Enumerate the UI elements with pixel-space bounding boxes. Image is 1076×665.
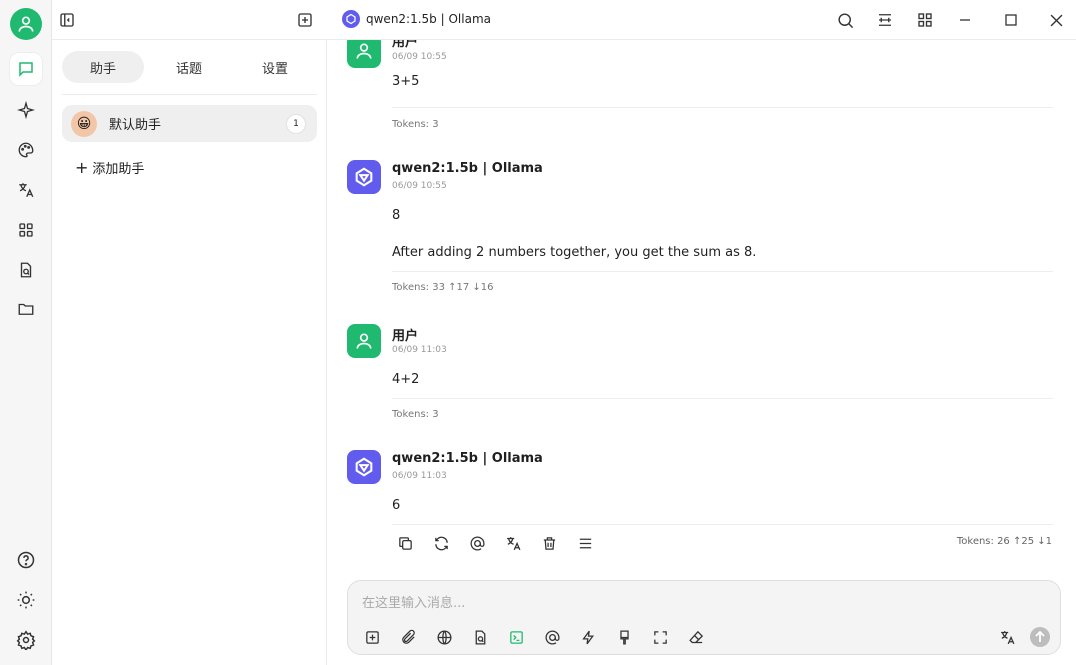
- token-count: Tokens: 3: [392, 119, 439, 130]
- delete-icon[interactable]: [536, 530, 562, 556]
- file-search-icon[interactable]: [10, 254, 42, 286]
- tab-assistant[interactable]: 助手: [62, 51, 144, 83]
- message-text: 6: [392, 498, 401, 513]
- new-topic-icon[interactable]: [360, 625, 384, 649]
- composer-toolbar: [360, 625, 708, 649]
- lightning-icon[interactable]: [576, 625, 600, 649]
- web-search-icon[interactable]: [432, 625, 456, 649]
- message-text: 4+2: [392, 372, 420, 387]
- token-count: Tokens: 3: [392, 409, 439, 420]
- fullscreen-icon[interactable]: [648, 625, 672, 649]
- topic-count-badge: 1: [286, 114, 306, 134]
- user-avatar-icon: [347, 324, 381, 358]
- message-list: 用户 06/09 10:55 3+5 Tokens: 3 qwen2:1.5b …: [327, 40, 1076, 575]
- close-icon[interactable]: [1042, 6, 1070, 34]
- sparkle-icon[interactable]: [10, 94, 42, 126]
- mention-icon[interactable]: [540, 625, 564, 649]
- assistant-item-default[interactable]: 😀 默认助手 1: [62, 105, 317, 142]
- message-time: 06/09 10:55: [392, 181, 447, 191]
- message-text: 8: [392, 208, 401, 223]
- message-input[interactable]: [362, 593, 1042, 613]
- panel-tabs: 助手 话题 设置: [62, 51, 317, 83]
- translate-icon[interactable]: [500, 530, 526, 556]
- help-icon[interactable]: [10, 544, 42, 576]
- window-title: qwen2:1.5b | Ollama: [366, 12, 491, 26]
- add-assistant-button[interactable]: + 添加助手: [75, 158, 144, 177]
- minimize-icon[interactable]: [951, 6, 979, 34]
- add-assistant-label: 添加助手: [92, 162, 145, 177]
- tab-topics[interactable]: 话题: [148, 51, 230, 83]
- message-divider: [392, 524, 1053, 525]
- new-topic-icon[interactable]: [291, 6, 319, 34]
- title-bar: qwen2:1.5b | Ollama: [52, 0, 1076, 40]
- message-author: qwen2:1.5b | Ollama: [392, 451, 543, 466]
- regenerate-icon[interactable]: [428, 530, 454, 556]
- message-assistant: qwen2:1.5b | Ollama 06/09 11:03 6: [347, 450, 1053, 530]
- token-count: Tokens: 26 ↑25 ↓1: [956, 536, 1052, 547]
- left-rail: [0, 0, 52, 665]
- panel-divider: [62, 94, 317, 95]
- tab-settings[interactable]: 设置: [234, 51, 316, 83]
- maximize-icon[interactable]: [997, 6, 1025, 34]
- folder-icon[interactable]: [10, 293, 42, 325]
- send-icon: [1030, 627, 1050, 647]
- model-logo-icon: [347, 160, 381, 194]
- message-divider: [392, 398, 1053, 399]
- chat-icon[interactable]: [10, 53, 42, 85]
- message-divider: [392, 271, 1053, 272]
- search-icon[interactable]: [831, 6, 859, 34]
- message-assistant: qwen2:1.5b | Ollama 06/09 10:55 8 After …: [347, 160, 1053, 300]
- palette-icon[interactable]: [10, 134, 42, 166]
- message-actions: [392, 530, 598, 556]
- eraser-icon[interactable]: [684, 625, 708, 649]
- translate-icon[interactable]: [10, 174, 42, 206]
- message-user: 用户 06/09 10:55 3+5 Tokens: 3: [347, 40, 1053, 134]
- user-avatar-icon[interactable]: [10, 8, 42, 40]
- sidebar-toggle-icon[interactable]: [53, 6, 81, 34]
- brush-icon[interactable]: [612, 625, 636, 649]
- model-logo-icon: [347, 450, 381, 484]
- apps-grid-icon[interactable]: [10, 214, 42, 246]
- mention-icon[interactable]: [464, 530, 490, 556]
- user-avatar-icon: [347, 40, 381, 68]
- message-time: 06/09 11:03: [392, 345, 447, 355]
- model-logo-icon: [342, 10, 360, 28]
- message-user: 用户 06/09 11:03 4+2 Tokens: 3: [347, 324, 1053, 424]
- copy-icon[interactable]: [392, 530, 418, 556]
- app-window: qwen2:1.5b | Ollama 助手 话题 设置 😀 默认助手 1 + …: [0, 0, 1076, 665]
- message-divider: [392, 107, 1053, 108]
- message-author: qwen2:1.5b | Ollama: [392, 161, 543, 176]
- token-count: Tokens: 33 ↑17 ↓16: [392, 282, 494, 293]
- plus-icon: +: [75, 157, 89, 177]
- grid-icon[interactable]: [911, 6, 939, 34]
- send-button[interactable]: [1028, 625, 1052, 649]
- assistant-panel: 助手 话题 设置 😀 默认助手 1 + 添加助手: [52, 40, 327, 665]
- assistant-emoji: 😀: [71, 110, 97, 137]
- sun-icon[interactable]: [10, 584, 42, 616]
- message-time: 06/09 11:03: [392, 471, 447, 481]
- attachment-icon[interactable]: [396, 625, 420, 649]
- message-time: 06/09 10:55: [392, 52, 447, 62]
- message-text: After adding 2 numbers together, you get…: [392, 245, 757, 260]
- model-title[interactable]: qwen2:1.5b | Ollama: [342, 8, 491, 30]
- terminal-icon[interactable]: [504, 625, 528, 649]
- message-author: 用户: [392, 329, 419, 344]
- gear-icon[interactable]: [10, 624, 42, 656]
- menu-icon[interactable]: [572, 530, 598, 556]
- message-composer: [347, 580, 1061, 655]
- message-author: 用户: [392, 40, 419, 50]
- layout-icon[interactable]: [871, 6, 899, 34]
- knowledge-icon[interactable]: [468, 625, 492, 649]
- translate-icon[interactable]: [995, 625, 1019, 649]
- assistant-name: 默认助手: [109, 118, 162, 133]
- message-text: 3+5: [392, 74, 420, 89]
